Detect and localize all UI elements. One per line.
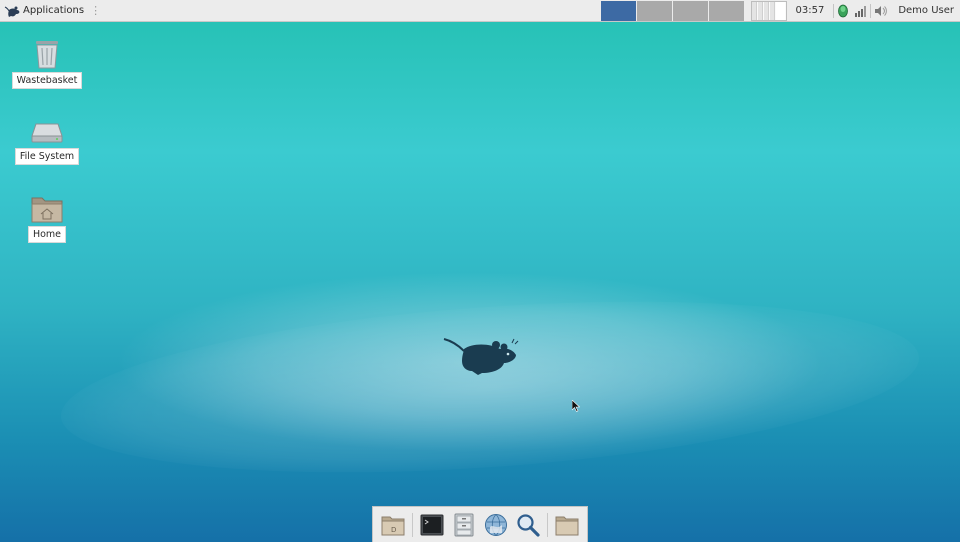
workspace-2[interactable]: [637, 0, 673, 21]
trash-icon: [36, 41, 58, 69]
terminal-button[interactable]: [418, 510, 446, 540]
terminal-icon: [420, 514, 444, 535]
desktop-icon-home[interactable]: Home: [16, 194, 78, 243]
desktop-background: Wastebasket File System Home: [0, 22, 960, 542]
user-menu[interactable]: Demo User: [898, 5, 954, 16]
signal-bars-icon[interactable]: [855, 5, 867, 17]
web-browser-button[interactable]: [482, 510, 510, 540]
workspace-switcher: [600, 0, 745, 21]
web-browser-icon: [484, 513, 507, 536]
folder-button[interactable]: [553, 510, 581, 540]
network-shield-icon[interactable]: [837, 4, 849, 18]
applications-label: Applications: [23, 5, 85, 16]
desktop-icon-file-system[interactable]: File System: [14, 118, 80, 165]
desktop-icon-wastebasket[interactable]: Wastebasket: [11, 38, 83, 89]
home-folder-icon: [31, 197, 63, 223]
panel-separator: ⋮: [90, 4, 102, 17]
workspace-3[interactable]: [673, 0, 709, 21]
volume-icon[interactable]: [874, 5, 888, 17]
app-finder-button[interactable]: [514, 510, 542, 540]
show-desktop-icon: D: [381, 516, 405, 535]
applications-menu-button[interactable]: Applications ⋮: [0, 0, 105, 21]
clock[interactable]: 03:57: [795, 5, 824, 16]
file-manager-button[interactable]: [450, 510, 478, 540]
svg-text:D: D: [391, 526, 396, 534]
desktop-icon-label: Home: [27, 226, 67, 243]
xfce-mouse-logo: [443, 338, 519, 375]
wallpaper-swoosh: [55, 277, 925, 497]
top-panel: Applications ⋮ 03:57 Demo User: [0, 0, 960, 22]
file-manager-icon: [454, 513, 474, 536]
xfce-logo-icon: [4, 6, 20, 17]
bottom-dock: D: [372, 506, 588, 542]
desktop-icon-label: Wastebasket: [11, 72, 83, 89]
mouse-pointer-icon: [572, 400, 580, 412]
folder-icon: [555, 516, 579, 535]
workspace-4[interactable]: [709, 0, 745, 21]
drive-icon: [31, 123, 63, 143]
cpu-monitor[interactable]: [751, 0, 788, 21]
desktop-icon-label: File System: [14, 148, 80, 165]
app-finder-icon: [517, 513, 540, 537]
show-desktop-button[interactable]: D: [379, 510, 407, 540]
system-tray: [830, 3, 888, 18]
workspace-1[interactable]: [601, 0, 637, 21]
